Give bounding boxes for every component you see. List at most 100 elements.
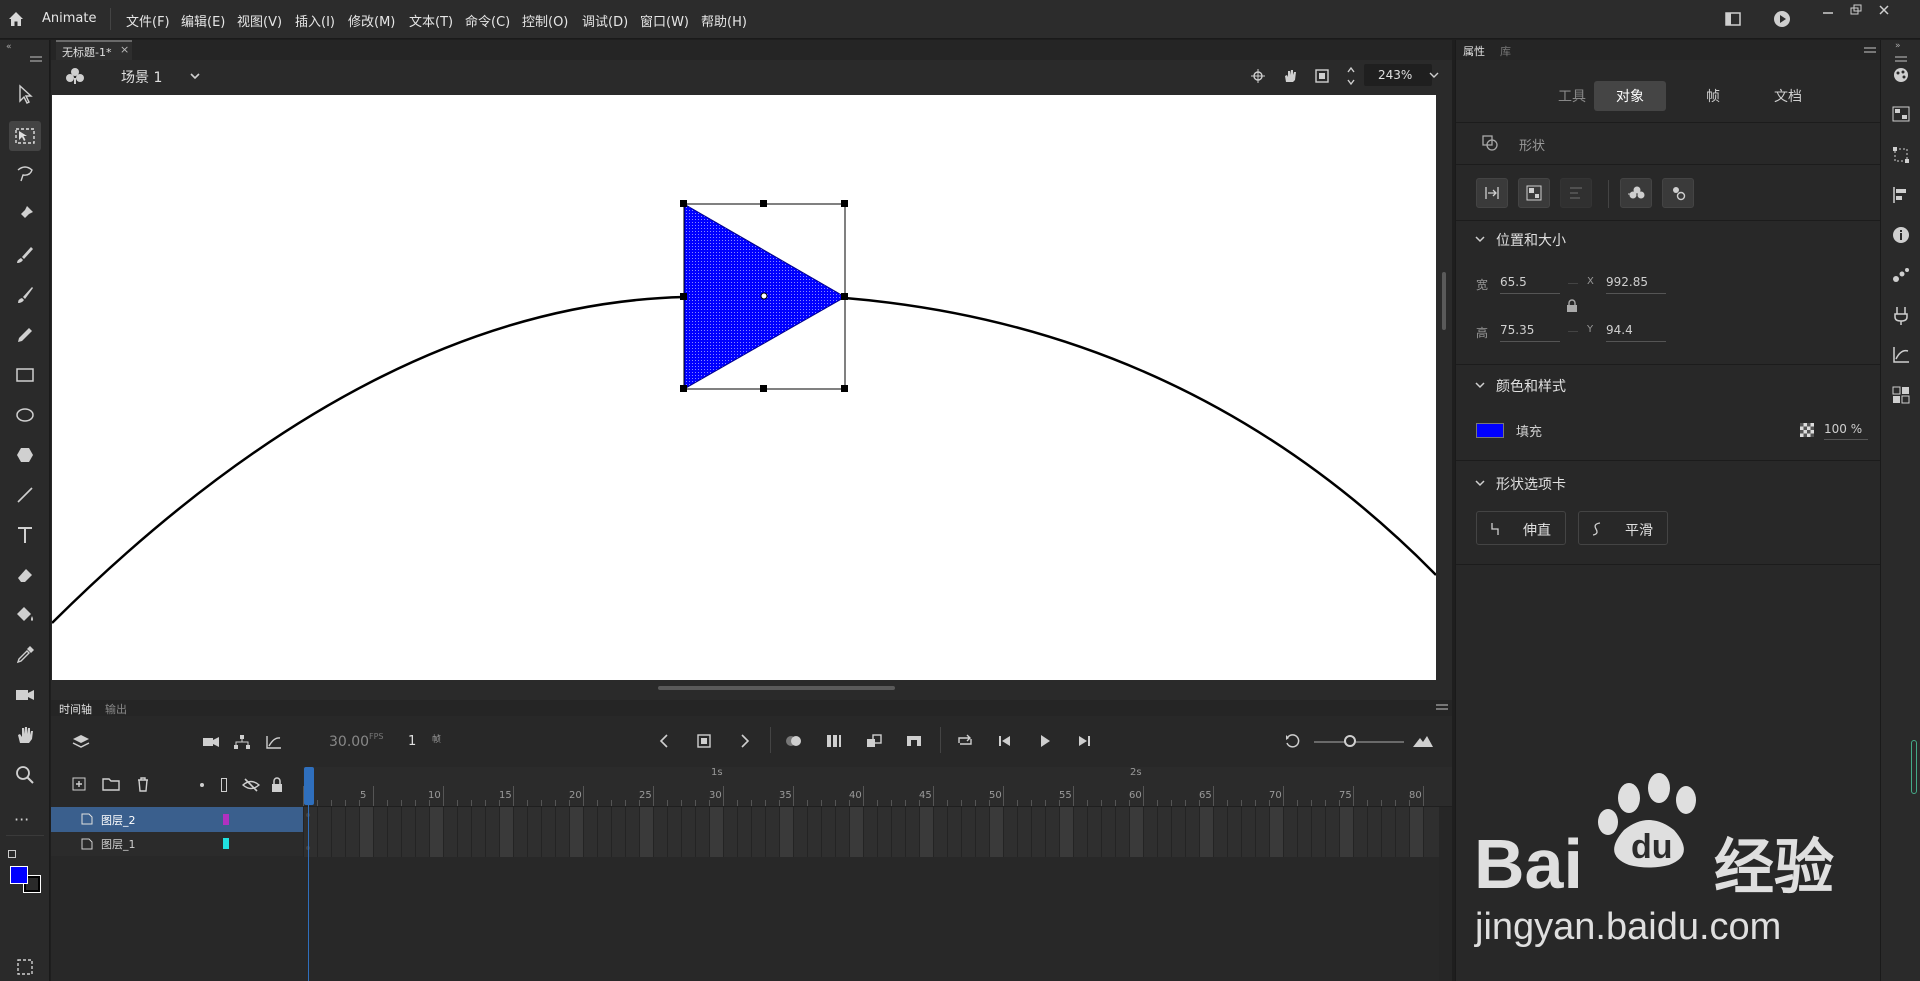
restore-icon[interactable] [1848,4,1864,16]
expand-dock-icon[interactable]: » [1895,41,1901,51]
layer-parenting-icon[interactable] [233,734,251,750]
free-transform-tool[interactable] [9,121,41,151]
stage-canvas[interactable] [51,95,1437,680]
current-frame-value[interactable]: 1 [408,734,416,749]
new-layer-icon[interactable] [72,777,86,791]
section-chevron-icon[interactable] [1474,478,1486,488]
pin-tool-icon[interactable] [13,202,37,226]
section-color-style[interactable]: 颜色和样式 [1496,376,1566,396]
color-panel-icon[interactable] [1892,66,1910,84]
edit-multiple-frames-icon[interactable] [825,733,843,749]
onion-skin-icon[interactable] [784,733,804,749]
menu-commands[interactable]: 命令(C) [465,11,510,30]
workspace-icon[interactable] [1725,12,1741,26]
layer-color-swatch[interactable] [223,838,229,849]
eraser-tool-icon[interactable] [13,563,37,587]
snap-icon[interactable] [1250,68,1266,84]
subtab-tool[interactable]: 工具 [1558,86,1586,106]
stage-horizontal-scrollbar[interactable] [658,686,895,690]
lock-proportions-icon[interactable] [1566,299,1578,313]
close-window-icon[interactable] [1876,4,1892,16]
components-icon[interactable] [1892,306,1910,326]
lasso-tool-icon[interactable] [13,162,37,186]
distribute-button[interactable] [1560,178,1592,208]
lock-all-layers-icon[interactable] [270,777,284,793]
tab-timeline[interactable]: 时间轴 [59,701,92,717]
new-folder-icon[interactable] [102,777,120,791]
dock-menu-icon[interactable] [1895,56,1907,62]
fill-alpha-input[interactable]: 100 % [1824,420,1868,440]
menu-window[interactable]: 窗口(W) [640,11,689,30]
graph-icon[interactable] [265,734,283,750]
menu-modify[interactable]: 修改(M) [348,11,395,30]
add-to-layer-button[interactable] [1476,178,1508,208]
paint-bucket-icon[interactable] [13,603,37,627]
selection-tool-icon[interactable] [13,82,37,106]
polystar-tool-icon[interactable] [13,443,37,467]
convert-to-symbol-button[interactable] [1620,178,1652,208]
step-back-icon[interactable] [997,733,1013,749]
insert-blank-keyframe-icon[interactable] [905,733,923,749]
fluid-brush-icon[interactable] [13,243,37,267]
fill-color-swatch[interactable] [10,866,28,884]
layer-name[interactable]: 图层_1 [101,836,136,852]
zoom-tool-icon[interactable] [13,763,37,787]
panel-menu-icon[interactable] [30,56,42,62]
break-apart-button[interactable] [1518,178,1550,208]
test-movie-icon[interactable] [1773,10,1791,28]
info-icon[interactable] [1892,226,1910,244]
menu-help[interactable]: 帮助(H) [701,11,747,30]
timeline-scroll-track[interactable] [1439,807,1452,981]
subtab-object-active[interactable]: 对象 [1594,81,1666,111]
tab-properties[interactable]: 属性 [1463,43,1485,59]
align-panel-icon[interactable] [1892,186,1910,204]
chevron-down-icon[interactable] [189,71,201,81]
frame-size-icon[interactable] [1412,734,1434,748]
rotate-stage-icon[interactable] [1282,68,1300,84]
subtab-document[interactable]: 文档 [1774,86,1802,106]
section-shape-options[interactable]: 形状选项卡 [1496,474,1566,494]
zoom-stepper-icon[interactable] [1346,64,1356,88]
menu-view[interactable]: 视图(V) [237,11,282,30]
hand-tool-icon[interactable] [13,723,37,747]
eyedropper-tool-icon[interactable] [13,643,37,667]
outline-toggle-icon[interactable] [221,778,227,792]
section-chevron-icon[interactable] [1474,234,1486,244]
timeline-menu-icon[interactable] [1436,704,1448,710]
layer-row[interactable]: 图层_1 [51,832,303,856]
width-input[interactable]: 65.5 [1500,272,1560,294]
stage-vertical-scrollbar[interactable] [1442,272,1446,330]
minimize-icon[interactable] [1820,4,1836,16]
tab-library[interactable]: 库 [1500,43,1511,59]
assets-icon[interactable] [1892,386,1910,404]
camera-tool-icon[interactable] [13,683,37,707]
tab-output[interactable]: 输出 [105,701,127,717]
camera-icon[interactable] [202,735,220,749]
next-keyframe-icon[interactable] [739,733,751,749]
edit-symbols-icon[interactable] [65,66,85,86]
home-icon[interactable] [7,10,25,28]
close-tab-icon[interactable]: × [120,43,129,56]
zoom-dropdown-icon[interactable] [1428,70,1440,80]
loop-icon[interactable] [956,733,974,749]
play-icon[interactable] [1037,733,1053,749]
layers-icon[interactable] [71,732,91,752]
pencil-tool-icon[interactable] [13,323,37,347]
smooth-button[interactable]: 平滑 [1578,511,1668,545]
motion-presets-icon[interactable] [1892,266,1910,284]
y-input[interactable]: 94.4 [1606,320,1666,342]
symbol-options-button[interactable] [1662,178,1694,208]
scene-label[interactable]: 场景 1 [121,67,162,87]
insert-keyframe-icon[interactable] [696,733,712,749]
create-tween-icon[interactable] [865,733,883,749]
menu-edit[interactable]: 编辑(E) [181,11,225,30]
text-tool-icon[interactable] [13,523,37,547]
playhead-handle[interactable] [304,767,314,805]
oval-tool-icon[interactable] [13,403,37,427]
menu-control[interactable]: 控制(O) [522,11,568,30]
zoom-input[interactable]: 243% [1364,64,1432,86]
props-menu-icon[interactable] [1864,47,1876,53]
straighten-button[interactable]: 伸直 [1476,511,1566,545]
menu-debug[interactable]: 调试(D) [582,11,628,30]
layer-color-swatch[interactable] [223,814,229,825]
